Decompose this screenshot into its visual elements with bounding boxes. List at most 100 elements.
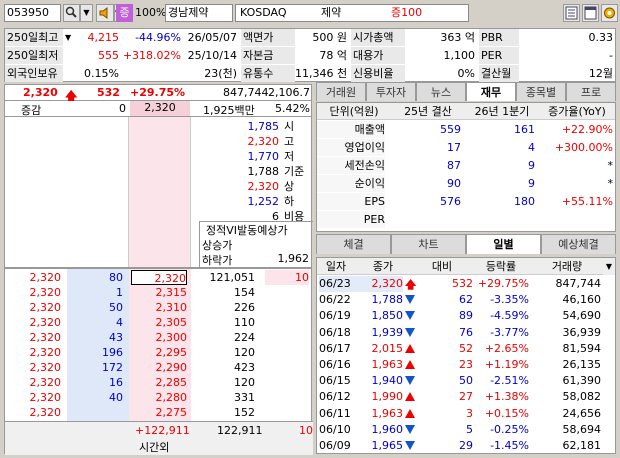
- down-arrow-icon: [405, 376, 415, 386]
- tab-1[interactable]: 투자자: [366, 82, 416, 101]
- daily-date[interactable]: 06/09: [319, 438, 355, 454]
- bid-flag: 10: [265, 270, 309, 285]
- daily-date[interactable]: 06/10: [319, 422, 355, 438]
- trade-qty: 43: [109, 331, 123, 344]
- fin-val-a: 90: [447, 177, 461, 190]
- stat-label: 상: [284, 180, 295, 193]
- trade-price: 2,320: [29, 391, 62, 404]
- daily-date[interactable]: 06/12: [319, 389, 355, 405]
- trade-qty: 80: [109, 271, 123, 284]
- tab-bottom-1[interactable]: 차트: [391, 234, 466, 254]
- info-label: 유통수: [241, 65, 295, 82]
- tab-2[interactable]: 뉴스: [416, 82, 466, 101]
- stat-value: 2,320: [247, 180, 280, 193]
- bid-qty: 121,051: [209, 271, 256, 284]
- tab-3[interactable]: 재무: [466, 82, 516, 101]
- vi-down-label: 하락가: [202, 254, 233, 267]
- down-arrow-icon: [405, 441, 415, 450]
- bid-price[interactable]: 2,275: [131, 405, 188, 420]
- daily-date[interactable]: 06/11: [319, 406, 355, 422]
- fin-key: 매출액: [317, 121, 385, 138]
- bid-price[interactable]: 2,320: [131, 270, 187, 285]
- sort-dropdown-icon[interactable]: ▼: [603, 258, 615, 275]
- tab-4[interactable]: 종목별: [516, 82, 566, 101]
- bid-price[interactable]: 2,285: [131, 375, 188, 390]
- daily-rate: -1.45%: [490, 439, 529, 452]
- bid-price[interactable]: 2,305: [131, 315, 188, 330]
- info-label: PBR: [479, 29, 519, 46]
- total-diff: +122,911: [135, 424, 190, 437]
- dropdown-button[interactable]: ▼: [80, 4, 93, 22]
- daily-date[interactable]: 06/15: [319, 373, 355, 389]
- daily-close: 1,939: [371, 325, 404, 339]
- window-button[interactable]: [582, 4, 599, 22]
- daily-date[interactable]: 06/23: [319, 276, 355, 292]
- daily-header: 거래량: [529, 258, 605, 275]
- trade-amount: 1,925백만: [203, 104, 255, 117]
- vi-down-value: 1,962: [277, 252, 310, 265]
- stock-code-input[interactable]: 053950: [4, 4, 61, 22]
- fin-val-c: *: [607, 177, 614, 190]
- fin-header: 26년 1분기: [465, 103, 539, 120]
- daily-close: 1,960: [371, 422, 404, 436]
- fin-val-b: 161: [514, 123, 535, 136]
- gear-icon: [604, 7, 615, 19]
- info-percent: -44.96%: [135, 31, 181, 44]
- daily-header: 대비: [411, 258, 473, 275]
- daily-date[interactable]: 06/17: [319, 341, 355, 357]
- fin-val-c: +300.00%: [554, 141, 613, 154]
- info-value: 363 억: [440, 31, 475, 44]
- tab-5[interactable]: 프로: [566, 82, 616, 101]
- daily-volume: 58,694: [562, 422, 602, 436]
- daily-header: 일자: [317, 258, 355, 275]
- tab-bottom-0[interactable]: 체결: [316, 234, 391, 254]
- daily-close: 1,940: [371, 374, 404, 388]
- trade-price: 2,320: [29, 286, 62, 299]
- bid-price[interactable]: 2,310: [131, 300, 188, 315]
- header-bar: 053950 ▼ ▼ 증 100% 경남제약 KOSDAQ 제약 증100: [0, 0, 620, 26]
- down-arrow-icon: [405, 327, 415, 337]
- info-value: 11,346 천: [295, 67, 347, 80]
- settings-button[interactable]: [601, 4, 618, 22]
- bid-price[interactable]: 2,300: [131, 330, 188, 345]
- speaker-button[interactable]: [96, 4, 114, 22]
- up-arrow-icon: [405, 392, 415, 402]
- daily-change: 532: [452, 277, 473, 290]
- trade-qty: 196: [102, 346, 123, 359]
- list-button[interactable]: [563, 4, 580, 22]
- market-info: KOSDAQ 제약 증100: [235, 4, 469, 22]
- fin-val-b: 9: [528, 159, 535, 172]
- stat-label: 기준: [284, 165, 305, 178]
- daily-date[interactable]: 06/22: [319, 292, 355, 308]
- fin-val-a: 576: [440, 195, 461, 208]
- daily-date[interactable]: 06/19: [319, 308, 355, 324]
- bid-price[interactable]: 2,315: [131, 285, 188, 300]
- summary-row: 증감 0 2,320 1,925백만 5.42%: [4, 101, 312, 117]
- stock-name: 경남제약: [165, 4, 233, 22]
- certificate-badge: 증: [116, 4, 133, 22]
- info-value: -: [609, 49, 613, 62]
- info-table: 250일최고 ▼ 4,215 -44.96% 26/05/07 액면가 500 원 시가총액 3…: [4, 28, 616, 82]
- stat-value: 1,788: [247, 165, 280, 178]
- tab-0[interactable]: 거래원: [316, 82, 366, 101]
- bid-price[interactable]: 2,290: [131, 360, 188, 375]
- up-arrow-icon: [405, 360, 415, 369]
- tab-bottom-2[interactable]: 일별: [466, 234, 541, 254]
- fin-key: EPS: [317, 193, 385, 210]
- fin-val-c: *: [607, 159, 614, 172]
- change-amount: 532: [97, 86, 120, 99]
- tab-bottom-3[interactable]: 예상체결: [541, 234, 616, 254]
- stat-value: 2,320: [247, 135, 280, 148]
- up-arrow-icon: [405, 343, 415, 353]
- daily-date[interactable]: 06/18: [319, 325, 355, 341]
- search-button[interactable]: [63, 4, 80, 22]
- info-value: 12월: [588, 67, 613, 80]
- bid-qty: 120: [234, 346, 255, 359]
- daily-date[interactable]: 06/16: [319, 357, 355, 373]
- stat-value: 1,785: [247, 120, 280, 133]
- info-value: 1,100: [443, 49, 476, 62]
- ask-column: [5, 117, 129, 267]
- bid-price[interactable]: 2,280: [131, 390, 188, 405]
- bid-price[interactable]: 2,295: [131, 345, 188, 360]
- fin-key: 세전손익: [317, 157, 385, 174]
